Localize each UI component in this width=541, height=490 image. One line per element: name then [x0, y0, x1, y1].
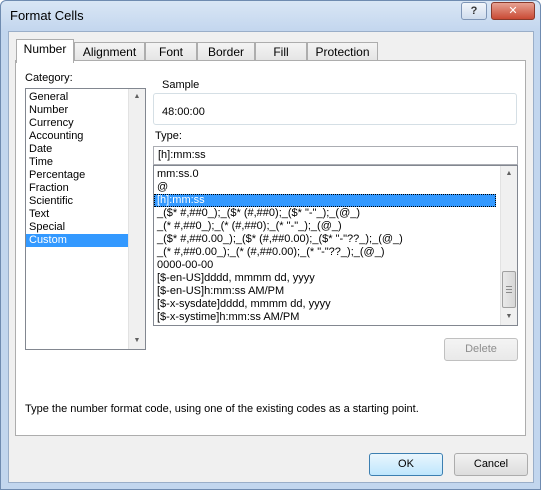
format-code-item[interactable]: _(* #,##0.00_);_(* (#,##0.00);_(* "-"??_…: [154, 246, 496, 259]
format-code-item[interactable]: [$-en-US]h:mm:ss AM/PM: [154, 285, 496, 298]
grip-line: [506, 292, 512, 293]
category-item-time[interactable]: Time: [26, 156, 129, 169]
format-code-item[interactable]: 0000-00-00: [154, 259, 496, 272]
description-text: Type the number format code, using one o…: [25, 403, 419, 415]
grip-line: [506, 289, 512, 290]
format-code-item[interactable]: _(* #,##0_);_(* (#,##0);_(* "-"_);_(@_): [154, 220, 496, 233]
format-code-item[interactable]: mm:ss.0: [154, 168, 496, 181]
format-code-item[interactable]: @: [154, 181, 496, 194]
category-label: Category:: [25, 72, 73, 84]
type-label: Type:: [155, 130, 182, 142]
format-code-item[interactable]: _($* #,##0_);_($* (#,##0);_($* "-"_);_(@…: [154, 207, 496, 220]
sample-label: Sample: [162, 79, 200, 91]
tab-font[interactable]: Font: [145, 42, 197, 62]
category-item-percentage[interactable]: Percentage: [26, 169, 129, 182]
grip-line: [506, 286, 512, 287]
format-code-list[interactable]: mm:ss.0 @ [h]:mm:ss _($* #,##0_);_($* (#…: [153, 165, 518, 326]
format-cells-dialog: Format Cells ? ✕ Number Alignment Font B…: [0, 0, 541, 490]
category-list[interactable]: General Number Currency Accounting Date …: [25, 88, 146, 350]
type-input[interactable]: [h]:mm:ss: [153, 146, 518, 165]
scroll-thumb[interactable]: [502, 271, 516, 308]
tab-border[interactable]: Border: [197, 42, 255, 62]
category-item-text[interactable]: Text: [26, 208, 129, 221]
help-icon: ?: [470, 5, 478, 17]
category-scrollbar[interactable]: ▲ ▼: [128, 89, 145, 349]
category-item-currency[interactable]: Currency: [26, 117, 129, 130]
help-button[interactable]: ?: [461, 2, 487, 20]
category-item-accounting[interactable]: Accounting: [26, 130, 129, 143]
number-tab-panel: Category: General Number Currency Accoun…: [15, 60, 526, 436]
sample-box: 48:00:00: [153, 93, 517, 125]
category-item-general[interactable]: General: [26, 91, 129, 104]
scroll-up-arrow-icon[interactable]: ▲: [501, 166, 517, 182]
scroll-down-arrow-icon[interactable]: ▼: [501, 309, 517, 325]
category-item-date[interactable]: Date: [26, 143, 129, 156]
cancel-button[interactable]: Cancel: [454, 453, 528, 476]
category-item-scientific[interactable]: Scientific: [26, 195, 129, 208]
format-code-item[interactable]: [$-x-systime]h:mm:ss AM/PM: [154, 311, 496, 324]
dialog-title: Format Cells: [10, 8, 84, 23]
format-code-scrollbar[interactable]: ▲ ▼: [500, 166, 517, 325]
format-code-item[interactable]: _($* #,##0.00_);_($* (#,##0.00);_($* "-"…: [154, 233, 496, 246]
delete-button[interactable]: Delete: [444, 338, 518, 361]
format-code-item-selected[interactable]: [h]:mm:ss: [154, 194, 496, 207]
category-item-custom[interactable]: Custom: [26, 234, 129, 247]
scroll-up-arrow-icon[interactable]: ▲: [129, 89, 145, 105]
tab-protection[interactable]: Protection: [307, 42, 378, 62]
ok-button[interactable]: OK: [369, 453, 443, 476]
scroll-down-arrow-icon[interactable]: ▼: [129, 333, 145, 349]
title-bar[interactable]: Format Cells ? ✕: [1, 1, 540, 31]
dialog-client-area: Number Alignment Font Border Fill Protec…: [8, 31, 534, 483]
category-item-fraction[interactable]: Fraction: [26, 182, 129, 195]
tab-alignment[interactable]: Alignment: [74, 42, 145, 62]
tab-number[interactable]: Number: [16, 39, 74, 63]
close-icon: ✕: [508, 5, 518, 17]
close-button[interactable]: ✕: [491, 2, 535, 20]
format-code-item[interactable]: [$-x-sysdate]dddd, mmmm dd, yyyy: [154, 298, 496, 311]
tab-fill[interactable]: Fill: [255, 42, 307, 62]
sample-value: 48:00:00: [162, 106, 205, 118]
category-item-number[interactable]: Number: [26, 104, 129, 117]
format-code-item[interactable]: [$-en-US]dddd, mmmm dd, yyyy: [154, 272, 496, 285]
category-item-special[interactable]: Special: [26, 221, 129, 234]
